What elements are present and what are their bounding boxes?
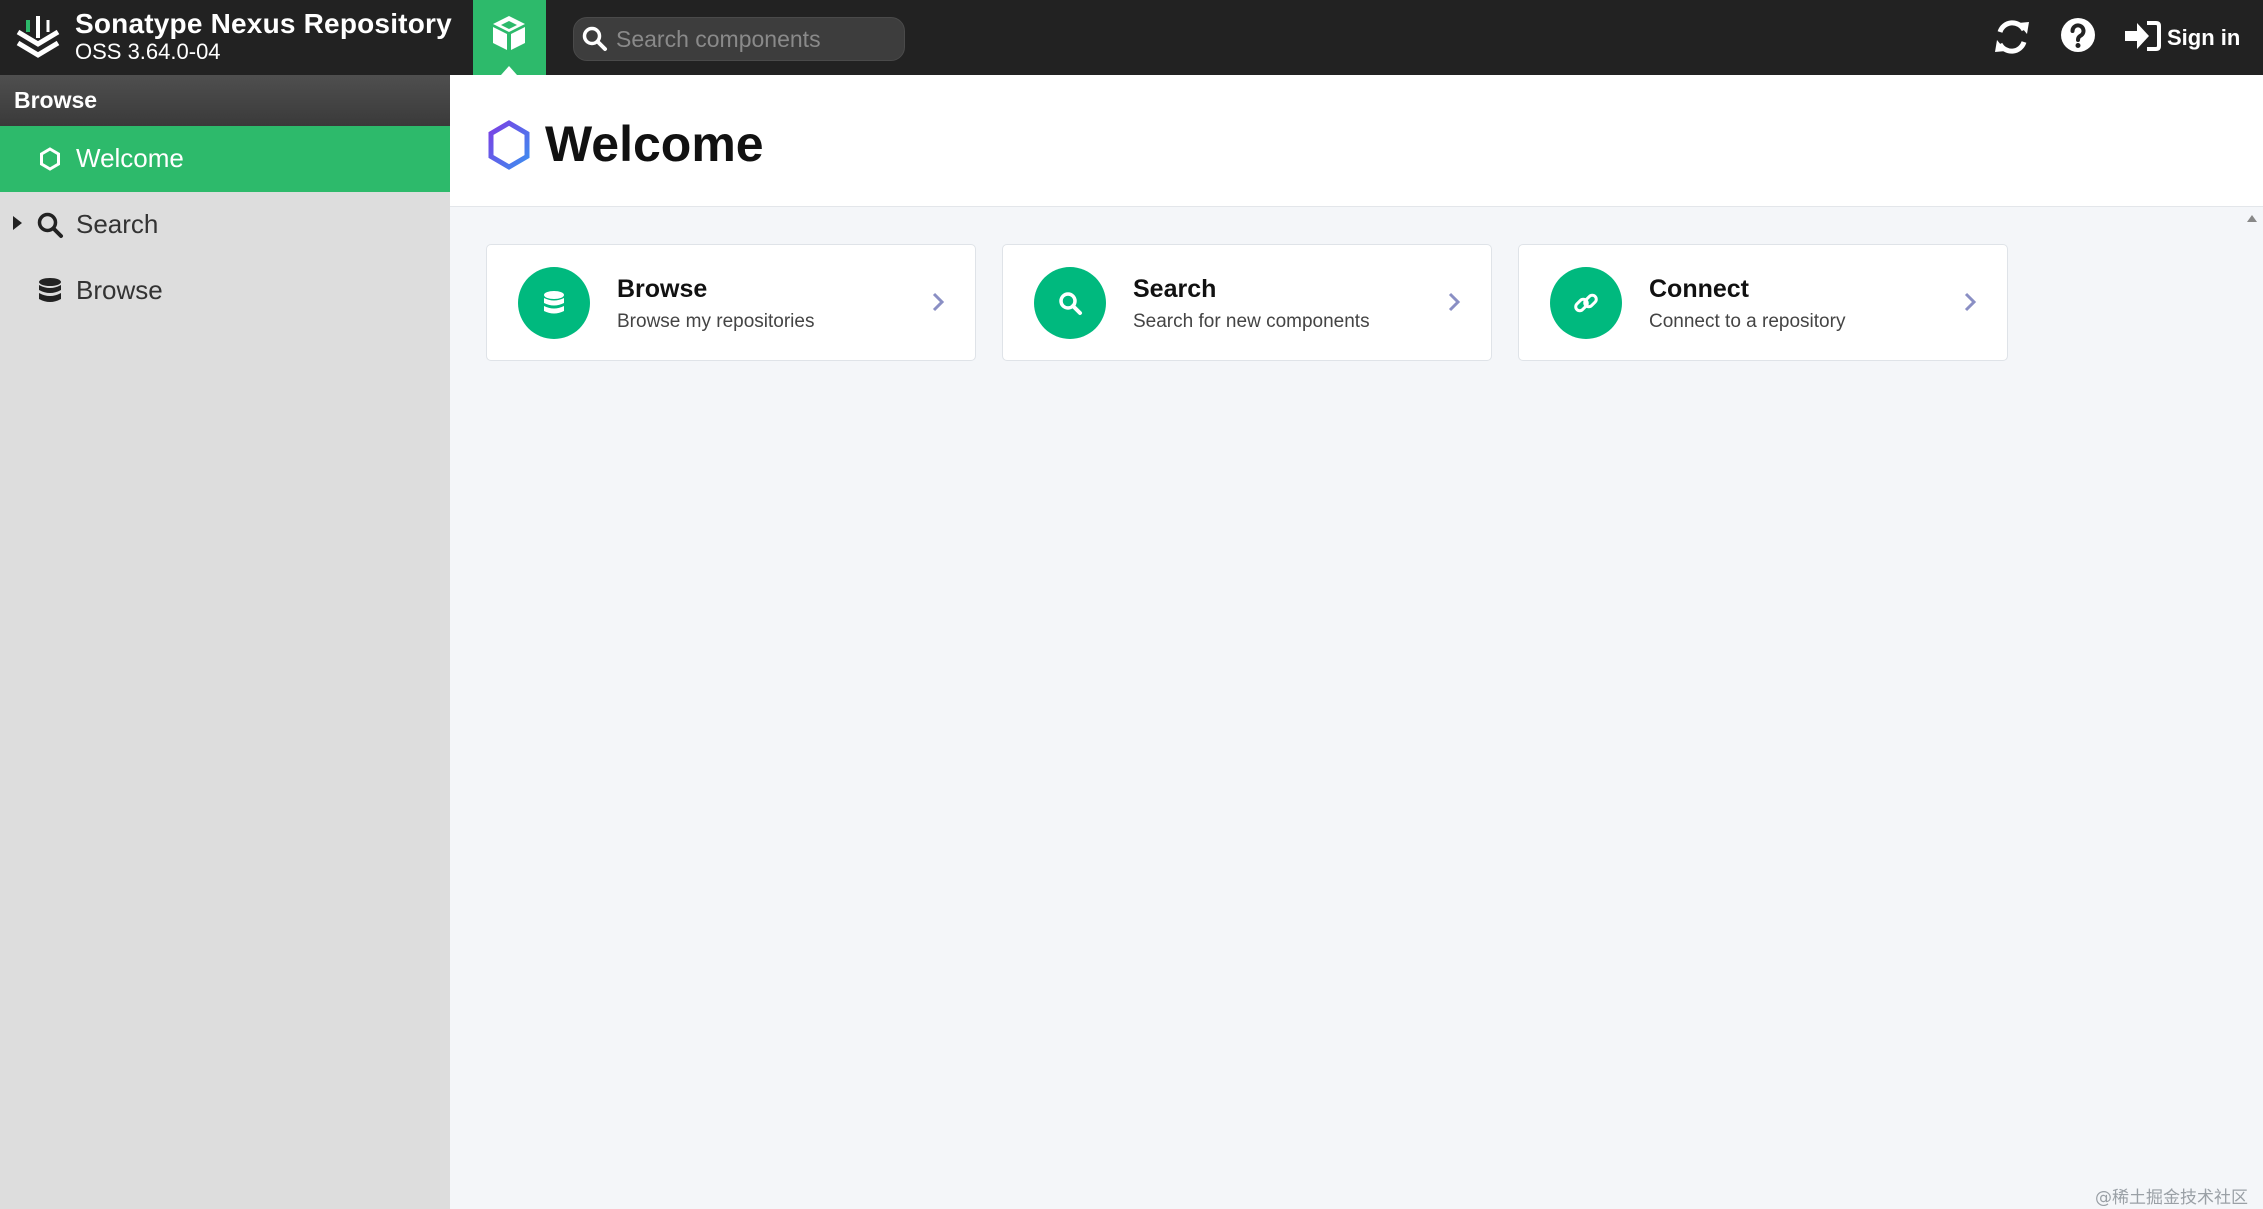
chevron-right-icon xyxy=(1964,292,1977,312)
hexagon-icon xyxy=(488,120,530,170)
card-subtitle: Connect to a repository xyxy=(1649,311,1846,332)
main-content: Welcome Browse Browse my repositories Se… xyxy=(450,75,2263,1209)
page-title: Welcome xyxy=(545,116,764,172)
card-icon-badge xyxy=(518,267,590,339)
scroll-up-arrow[interactable] xyxy=(2247,215,2257,222)
sign-in-label: Sign in xyxy=(2167,25,2241,50)
help-icon[interactable] xyxy=(2060,17,2096,53)
chevron-right-icon xyxy=(1448,292,1461,312)
search-input[interactable] xyxy=(614,22,898,56)
card-subtitle: Browse my repositories xyxy=(617,311,815,332)
card-subtitle: Search for new components xyxy=(1133,311,1370,332)
nexus-logo-icon[interactable] xyxy=(14,12,62,62)
search-icon xyxy=(582,26,607,51)
expand-arrow-icon[interactable] xyxy=(13,216,22,230)
card-icon-badge xyxy=(1550,267,1622,339)
sign-in-icon xyxy=(2125,21,2161,51)
search-card[interactable]: Search Search for new components xyxy=(1002,244,1492,361)
top-header: Sonatype Nexus Repository OSS 3.64.0-04 xyxy=(0,0,2263,75)
sidebar-section-header: Browse xyxy=(0,75,450,126)
component-search[interactable] xyxy=(573,17,905,61)
refresh-icon[interactable] xyxy=(1993,17,2031,57)
browse-card[interactable]: Browse Browse my repositories xyxy=(486,244,976,361)
page-header: Welcome xyxy=(450,75,2263,207)
card-title: Search xyxy=(1133,275,1217,303)
database-icon xyxy=(39,278,61,302)
sidebar-section-title: Browse xyxy=(14,87,98,113)
card-title: Connect xyxy=(1649,275,1749,303)
sidebar-item-label: Search xyxy=(76,209,159,239)
sidebar-item-search[interactable]: Search xyxy=(0,192,450,258)
search-icon xyxy=(37,212,63,238)
connect-card[interactable]: Connect Connect to a repository xyxy=(1518,244,2008,361)
sidebar-item-welcome[interactable]: Welcome xyxy=(0,126,450,192)
cube-icon xyxy=(493,16,525,50)
hexagon-icon xyxy=(40,147,60,171)
brand-title: Sonatype Nexus Repository xyxy=(75,8,452,39)
sidebar-item-browse[interactable]: Browse xyxy=(0,258,450,324)
sidebar: Browse Welcome Search Browse xyxy=(0,75,450,1209)
active-mode-caret xyxy=(501,66,517,75)
sidebar-item-label: Welcome xyxy=(76,143,184,173)
search-icon xyxy=(1059,292,1082,315)
card-icon-badge xyxy=(1034,267,1106,339)
database-icon xyxy=(544,291,564,314)
brand-version: OSS 3.64.0-04 xyxy=(75,39,221,64)
chevron-right-icon xyxy=(932,292,945,312)
browse-mode-button[interactable] xyxy=(473,0,546,75)
watermark: @稀土掘金技术社区 xyxy=(2095,1188,2248,1208)
link-icon xyxy=(1574,293,1598,313)
sidebar-item-label: Browse xyxy=(76,275,163,305)
card-title: Browse xyxy=(617,275,708,303)
